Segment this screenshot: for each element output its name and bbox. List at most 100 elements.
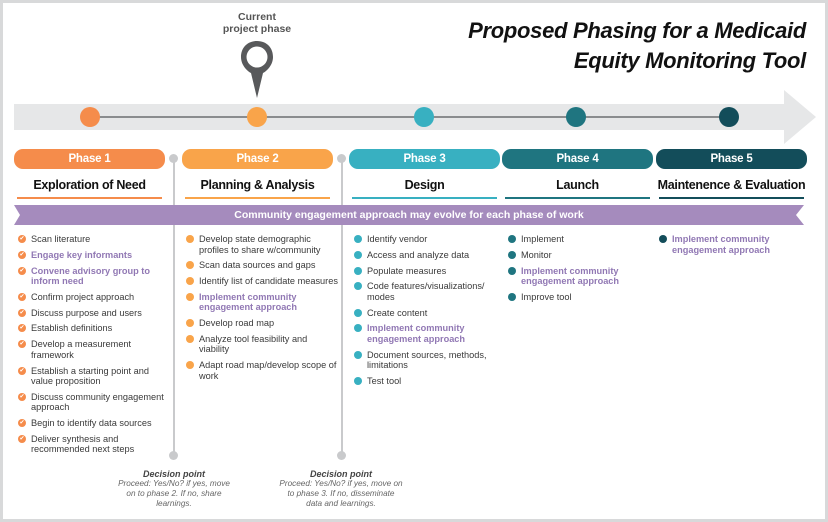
decision-point-2-knob xyxy=(337,451,346,460)
decision-point-1: Decision point Proceed: Yes/No? if yes, … xyxy=(99,469,249,509)
task-item: Analyze tool feasibility and viability xyxy=(186,334,338,355)
phase-1-pill: Phase 1 xyxy=(14,149,165,169)
task-item: ✔ Discuss purpose and users xyxy=(18,308,168,319)
decision-divider-2 xyxy=(341,160,343,452)
task-text: Create content xyxy=(367,307,428,318)
check-circle-icon: ✔ xyxy=(18,235,26,243)
task-item: ✔ Engage key informants xyxy=(18,250,168,261)
current-phase-label: Current project phase xyxy=(205,11,309,35)
decision-point-2-line-3: data and learnings. xyxy=(306,499,376,508)
task-text: Implement community engagement approach xyxy=(367,323,466,344)
decision-point-1-title: Decision point xyxy=(142,469,205,479)
diagram-title: Proposed Phasing for a Medicaid Equity M… xyxy=(468,16,806,76)
task-text: Discuss purpose and users xyxy=(31,307,142,318)
task-item: ✔ Scan literature xyxy=(18,234,168,245)
task-text: Populate measures xyxy=(367,265,447,276)
dot-icon xyxy=(186,319,194,328)
task-text: Access and analyze data xyxy=(367,249,470,260)
check-circle-icon: ✔ xyxy=(18,266,26,275)
task-text: Analyze tool feasibility and viability xyxy=(199,333,308,355)
check-circle-icon: ✔ xyxy=(18,250,26,259)
dot-icon xyxy=(186,292,194,301)
task-item: ✔ Convene advisory group to inform need xyxy=(18,266,168,287)
task-text: Improve tool xyxy=(521,291,572,302)
dot-icon xyxy=(508,235,516,243)
task-item: ✔ Develop a measurement framework xyxy=(18,339,168,360)
check-circle-icon: ✔ xyxy=(18,292,26,301)
task-item: ✔ Deliver synthesis and recommended next … xyxy=(18,434,168,455)
phase-4-underline xyxy=(505,197,650,199)
decision-point-1-knob xyxy=(169,451,178,460)
phase-4-pill: Phase 4 xyxy=(502,149,653,169)
task-text: Scan literature xyxy=(31,234,91,244)
phase-1-underline xyxy=(17,197,162,199)
check-circle-icon: ✔ xyxy=(18,434,26,443)
check-circle-icon: ✔ xyxy=(18,366,26,375)
decision-divider-1 xyxy=(173,160,175,452)
check-circle-icon: ✔ xyxy=(18,419,26,428)
task-text: Test tool xyxy=(367,376,402,387)
decision-point-2: Decision point Proceed: Yes/No? if yes, … xyxy=(266,469,416,509)
task-text: Develop a measurement framework xyxy=(31,339,132,360)
task-text: Establish definitions xyxy=(31,323,113,334)
dot-icon xyxy=(186,261,194,270)
phase-2-underline xyxy=(185,197,330,199)
phase-1-dot xyxy=(80,107,100,127)
check-circle-icon: ✔ xyxy=(18,308,26,317)
phase-2-name: Planning & Analysis xyxy=(200,178,315,192)
task-text: Implement community engagement approach xyxy=(199,291,298,313)
phase-1-task-list: ✔ Scan literature ✔ Engage key informants ✔ C… xyxy=(18,234,168,460)
phase-2-task-list: Develop state demographic profiles to sh… xyxy=(186,234,338,387)
decision-point-1-line-3: learnings. xyxy=(156,499,192,508)
task-item: Identify list of candidate measures xyxy=(186,276,338,287)
task-text: Establish a starting point and value pro… xyxy=(31,365,149,387)
task-item: Monitor xyxy=(508,250,648,261)
task-text: Develop state demographic profiles to sh… xyxy=(199,234,321,255)
phase-3-underline xyxy=(352,197,497,199)
task-text: Begin to identify data sources xyxy=(31,418,152,429)
task-item: Create content xyxy=(354,308,504,319)
phase-2-pill: Phase 2 xyxy=(182,149,333,169)
task-item: Document sources, methods, limitations xyxy=(354,350,504,371)
task-text: Implement xyxy=(521,234,564,244)
dot-icon xyxy=(354,266,362,275)
task-text: Convene advisory group to inform need xyxy=(31,265,150,287)
task-item: Implement community engagement approach xyxy=(659,234,799,255)
dot-icon xyxy=(354,324,362,333)
task-item: ✔ Confirm project approach xyxy=(18,292,168,303)
current-label-line-2: project phase xyxy=(222,23,292,35)
phase-3-pill: Phase 3 xyxy=(349,149,500,169)
task-item: Improve tool xyxy=(508,292,648,303)
dot-icon xyxy=(508,266,516,275)
task-text: Deliver synthesis and recommended next s… xyxy=(31,433,135,455)
task-item: Develop state demographic profiles to sh… xyxy=(186,234,338,255)
task-item: ✔ Establish definitions xyxy=(18,323,168,334)
task-text: Implement community engagement approach xyxy=(521,265,620,287)
task-text: Implement community engagement approach xyxy=(672,234,771,255)
task-item: Scan data sources and gaps xyxy=(186,260,338,271)
dot-icon xyxy=(354,235,362,243)
phase-5-underline xyxy=(659,197,804,199)
task-item: Identify vendor xyxy=(354,234,504,245)
phase-3-name: Design xyxy=(404,178,445,192)
phase-3-dot xyxy=(414,107,434,127)
task-item: Adapt road map/develop scope of work xyxy=(186,360,338,381)
phase-1-name: Exploration of Need xyxy=(33,178,146,192)
dot-icon xyxy=(354,282,362,291)
phase-5-dot xyxy=(719,107,739,127)
phase-4-task-list: Implement Monitor Implement community enga… xyxy=(508,234,648,308)
task-text: Engage key informants xyxy=(31,249,133,260)
task-text: Identify vendor xyxy=(367,234,428,244)
task-item: Implement xyxy=(508,234,648,245)
task-item: Populate measures xyxy=(354,266,504,277)
task-item: Code features/visualizations/ modes xyxy=(354,281,504,302)
task-item: ✔ Discuss community engagement approach xyxy=(18,392,168,413)
task-item: Implement community engagement approach xyxy=(186,292,338,313)
decision-point-2-line-1: Proceed: Yes/No? if yes, move on xyxy=(279,479,403,488)
task-item: Develop road map xyxy=(186,318,338,329)
current-label-line-1: Current xyxy=(238,11,276,23)
timeline-track xyxy=(90,116,730,118)
check-circle-icon: ✔ xyxy=(18,392,26,401)
community-banner-text: Community engagement approach may evolve… xyxy=(234,209,584,221)
dot-icon xyxy=(354,250,362,259)
